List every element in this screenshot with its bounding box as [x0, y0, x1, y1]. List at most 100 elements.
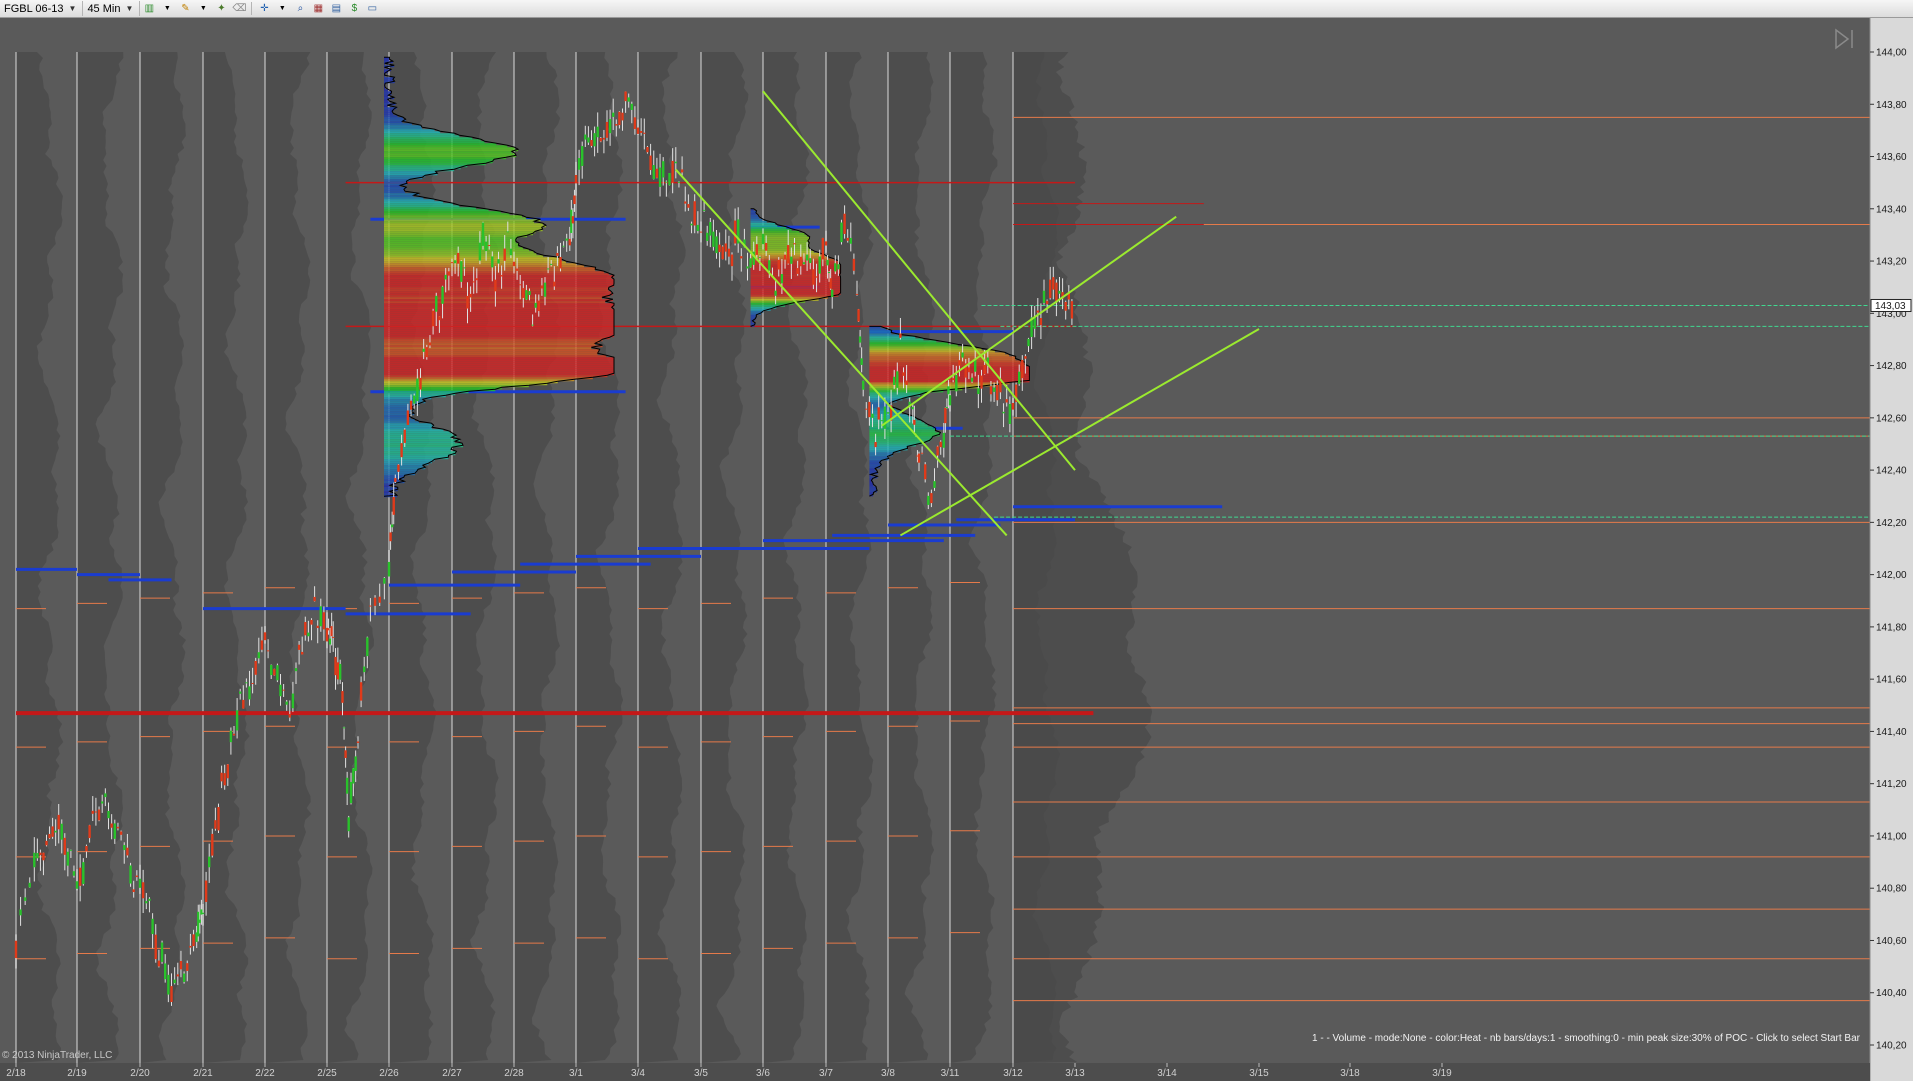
interval-selector[interactable]: 45 Min ▼ — [83, 1, 141, 16]
price-bar-body — [1064, 301, 1067, 311]
price-bar-body — [843, 213, 846, 234]
price-tick-label: 140,40 — [1876, 988, 1907, 999]
heat-profile-mar6-row — [750, 246, 809, 249]
price-bar-body — [164, 963, 167, 980]
price-bar-body — [665, 181, 668, 183]
price-bar-body — [497, 259, 500, 264]
price-bar-body — [515, 268, 519, 271]
heat-profile-mar8-row — [869, 452, 894, 455]
price-bar-body — [802, 262, 806, 265]
price-bar-body — [344, 750, 347, 758]
price-bar-body — [522, 288, 525, 298]
heat-profile-feb26-row — [384, 323, 614, 326]
price-bar-body — [1018, 371, 1021, 384]
price-bar-body — [245, 682, 248, 684]
heat-profile-mar6-row — [750, 274, 840, 277]
draw-dropdown-icon[interactable]: ▼ — [196, 2, 210, 15]
heat-profile-mar6-row — [750, 276, 841, 279]
price-bar-body — [893, 376, 896, 386]
heat-profile-feb26-row — [384, 115, 398, 118]
zoom-icon[interactable]: ⌕ — [293, 2, 307, 15]
heat-profile-feb26-row — [384, 429, 444, 432]
price-bar-body — [970, 377, 974, 382]
heat-profile-feb26-row — [384, 237, 518, 240]
heat-profile-feb26-row — [384, 199, 435, 202]
price-bar-body — [1058, 290, 1061, 294]
instrument-selector[interactable]: FGBL 06-13 ▼ — [0, 1, 84, 16]
price-bar-body — [186, 963, 189, 971]
price-bar-body — [369, 605, 372, 607]
heat-profile-feb26-row — [384, 181, 407, 184]
indicator-icon[interactable]: ▤ — [329, 2, 343, 15]
price-bar-body — [416, 378, 419, 402]
heat-profile-mar6-row — [750, 282, 841, 285]
heat-profile-feb26-row — [384, 491, 390, 494]
heat-profile-feb26-row — [384, 445, 463, 448]
price-axis[interactable]: 144,00143,80143,60143,40143,20143,00142,… — [1869, 18, 1913, 1081]
strategy-icon[interactable]: $ — [347, 2, 361, 15]
price-bar-body — [674, 161, 677, 164]
price-bar-body — [812, 269, 815, 285]
price-bar-body — [933, 481, 936, 488]
time-tick-label: 2/27 — [442, 1068, 462, 1079]
properties-icon[interactable]: ▦ — [311, 2, 325, 15]
heat-profile-mar8-row — [869, 484, 874, 487]
price-bar-body — [157, 960, 161, 967]
heat-profile-feb26-row — [384, 241, 516, 244]
price-bar-body — [718, 244, 721, 253]
price-bar-body — [104, 793, 107, 798]
bar-style-icon[interactable]: ▥ — [142, 2, 156, 15]
heat-profile-feb26-row — [384, 419, 415, 422]
heat-profile-mar8-row — [869, 356, 1016, 359]
price-bar-body — [363, 666, 366, 673]
price-bar-body — [655, 168, 659, 178]
price-bar-body — [113, 823, 116, 839]
price-bar-body — [815, 276, 818, 278]
heat-profile-feb26-row — [384, 151, 512, 154]
price-tick-label: 143,80 — [1876, 100, 1907, 111]
heat-profile-feb26-row — [384, 201, 444, 204]
price-bar-body — [51, 826, 54, 837]
price-bar-body — [652, 165, 655, 180]
price-bar-body — [413, 395, 416, 404]
heat-profile-feb26-row — [384, 59, 390, 62]
price-bar-body — [189, 945, 192, 948]
price-tick-label: 142,60 — [1876, 413, 1907, 424]
heat-profile-feb26-row — [384, 223, 543, 226]
heat-profile-feb26-row — [384, 207, 477, 210]
heat-profile-feb26-row — [384, 79, 393, 82]
heat-profile-mar6-row — [750, 238, 810, 241]
eraser-icon[interactable]: ⌫ — [232, 2, 246, 15]
price-bar-body — [145, 901, 148, 904]
pencil-draw-icon[interactable]: ✎ — [178, 2, 192, 15]
price-bar-body — [639, 130, 643, 133]
heat-profile-feb26-row — [384, 487, 398, 490]
time-tick-label: 2/28 — [504, 1068, 524, 1079]
price-bar-body — [1049, 279, 1052, 299]
heat-profile-feb26-row — [384, 343, 596, 346]
price-bar-body — [559, 256, 562, 269]
heat-profile-feb26-row — [384, 377, 593, 380]
time-axis[interactable]: 2/18 2/19 2/20 2/21 2/22 2/25 2/26 2/27 2/28 3/1 3… — [0, 1063, 1870, 1081]
price-bar-body — [330, 626, 333, 637]
bar-style-dropdown-icon[interactable]: ▼ — [160, 2, 174, 15]
price-bar-body — [818, 256, 821, 274]
heat-profile-feb26-row — [384, 187, 407, 190]
price-bar-body — [936, 446, 939, 456]
heat-profile-mar8-row — [869, 430, 936, 433]
heat-profile-mar6-row — [750, 284, 841, 287]
heat-profile-feb26-row — [384, 271, 605, 274]
price-bar-body — [94, 811, 98, 813]
price-bar-body — [612, 112, 615, 117]
price-bar-body — [880, 420, 883, 422]
crosshair-dropdown-icon[interactable]: ▼ — [275, 2, 289, 15]
price-bar-body — [615, 124, 618, 126]
heat-profile-feb26-row — [384, 221, 535, 224]
heat-profile-feb26-row — [384, 331, 614, 334]
heat-profile-feb26-row — [384, 451, 457, 454]
chart-panel[interactable]: 144,00143,80143,60143,40143,20143,00142,… — [0, 18, 1913, 1081]
heat-profile-feb26-row — [384, 213, 510, 216]
pin-icon[interactable]: ✦ — [214, 2, 228, 15]
crosshair-icon[interactable]: ✛ — [257, 2, 271, 15]
data-box-icon[interactable]: ▭ — [365, 2, 379, 15]
